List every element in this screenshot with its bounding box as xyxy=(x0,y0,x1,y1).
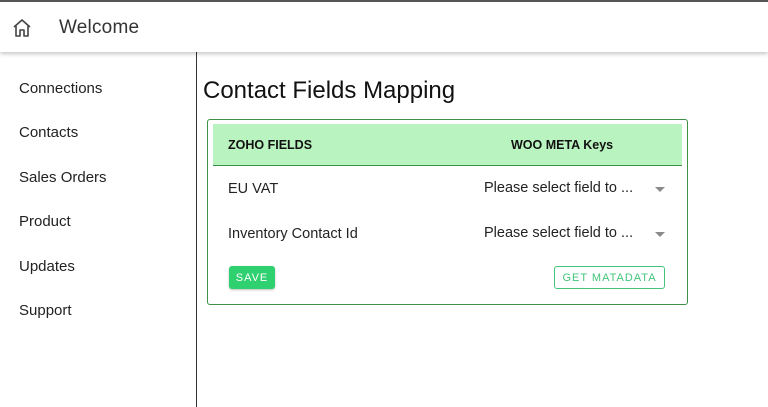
sidebar-item-sales-orders[interactable]: Sales Orders xyxy=(19,169,107,186)
sidebar-item-support[interactable]: Support xyxy=(19,302,72,319)
save-button[interactable]: SAVE xyxy=(229,266,275,289)
chevron-down-icon xyxy=(655,232,665,237)
get-metadata-button[interactable]: GET MATADATA xyxy=(554,266,665,289)
field-label-inventory-contact-id: Inventory Contact Id xyxy=(228,226,358,242)
woo-meta-select-inventory-contact-id[interactable]: Please select field to ... xyxy=(484,225,668,247)
sidebar-item-contacts[interactable]: Contacts xyxy=(19,124,78,141)
table-header: ZOHO FIELDS WOO META Keys xyxy=(213,124,682,166)
sidebar: Connections Contacts Sales Orders Produc… xyxy=(0,52,197,407)
field-label-eu-vat: EU VAT xyxy=(228,181,279,197)
woo-meta-select-eu-vat[interactable]: Please select field to ... xyxy=(484,180,668,202)
page-title: Contact Fields Mapping xyxy=(203,77,456,104)
column-header-woo-meta-keys: WOO META Keys xyxy=(511,138,614,152)
app-title: Welcome xyxy=(59,17,140,38)
top-bar: Welcome xyxy=(0,0,768,52)
home-icon[interactable] xyxy=(11,17,33,39)
main-content: Contact Fields Mapping ZOHO FIELDS WOO M… xyxy=(197,52,768,407)
select-value: Please select field to ... xyxy=(484,225,634,241)
mapping-card: ZOHO FIELDS WOO META Keys EU VAT Please … xyxy=(207,119,688,305)
select-value: Please select field to ... xyxy=(484,180,634,196)
chevron-down-icon xyxy=(655,187,665,192)
sidebar-item-connections[interactable]: Connections xyxy=(19,80,102,97)
sidebar-item-updates[interactable]: Updates xyxy=(19,258,75,275)
sidebar-item-product[interactable]: Product xyxy=(19,213,71,230)
column-header-zoho-fields: ZOHO FIELDS xyxy=(228,138,313,152)
